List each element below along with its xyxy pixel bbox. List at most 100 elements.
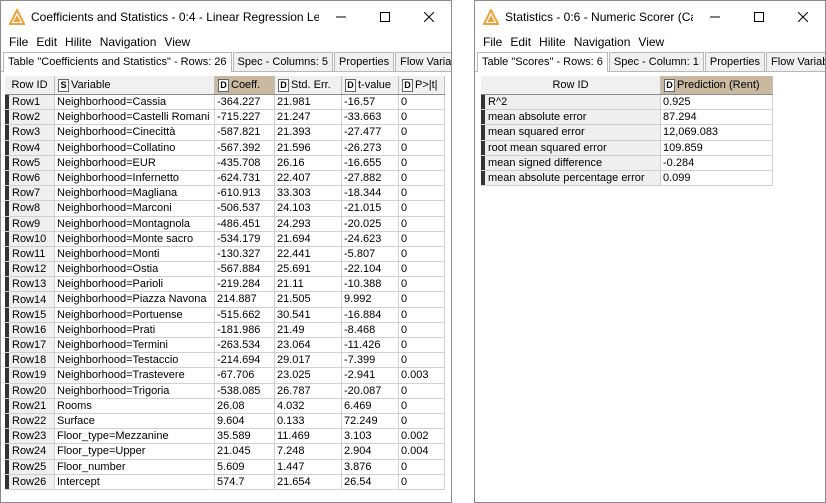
table-cell[interactable]: -67.706 [215, 368, 275, 384]
header-row-id[interactable]: Row ID [5, 76, 55, 94]
table-cell[interactable]: Neighborhood=Infernetto [55, 170, 215, 187]
table-cell[interactable]: 21.11 [275, 277, 342, 293]
table-cell[interactable]: Neighborhood=Portuense [55, 307, 215, 323]
row-id-cell[interactable]: Row9 [5, 216, 55, 232]
menu-view[interactable]: View [160, 35, 194, 49]
table-cell[interactable]: 0 [399, 170, 445, 187]
table-row[interactable]: Row10 Neighborhood=Monte sacro -534.179 21.… [5, 231, 445, 247]
menu-hilite[interactable]: Hilite [535, 35, 570, 49]
table-cell[interactable]: 2.904 [342, 444, 399, 460]
table-cell[interactable]: 0 [399, 353, 445, 369]
table-row[interactable]: Row17 Neighborhood=Termini -263.534 23.064-… [5, 338, 445, 354]
table-cell[interactable]: 214.887 [215, 292, 275, 308]
menu-navigation[interactable]: Navigation [570, 35, 635, 49]
tab-table[interactable]: Table "Scores" - Rows: 6 [477, 52, 608, 72]
row-id-cell[interactable]: Row5 [5, 155, 55, 171]
table-cell[interactable]: 0 [399, 383, 445, 399]
table-cell[interactable]: 5.609 [215, 459, 275, 475]
table-row[interactable]: mean squared error 12,069.083 [481, 125, 773, 141]
table-cell[interactable]: -20.087 [342, 383, 399, 399]
table-cell[interactable]: 22.407 [275, 170, 342, 187]
table-cell[interactable]: 3.103 [342, 429, 399, 445]
header-prediction-rent[interactable]: D Prediction (Rent) [661, 76, 773, 94]
table-cell[interactable]: -33.663 [342, 110, 399, 126]
table-cell[interactable]: 25.691 [275, 262, 342, 278]
header-row-id[interactable]: Row ID [481, 76, 661, 94]
row-id-cell[interactable]: R^2 [481, 95, 661, 111]
table-cell[interactable]: 0.133 [275, 413, 342, 430]
table-cell[interactable]: 0.004 [399, 444, 445, 460]
table-row[interactable]: mean absolute percentage error 0.099 [481, 170, 773, 187]
table-cell[interactable]: -219.284 [215, 277, 275, 293]
table-cell[interactable]: -8.468 [342, 322, 399, 338]
table-cell[interactable]: 109.859 [661, 140, 773, 156]
table-cell[interactable]: 0 [399, 398, 445, 414]
table-cell[interactable]: -130.327 [215, 246, 275, 263]
table-row[interactable]: Row26 Intercept 574.7 21.654 26.54 0 [5, 474, 445, 490]
table-cell[interactable]: 22.441 [275, 246, 342, 263]
table-cell[interactable]: -715.227 [215, 110, 275, 126]
row-id-cell[interactable]: mean absolute error [481, 110, 661, 126]
menu-edit[interactable]: Edit [32, 35, 61, 49]
table-cell[interactable]: 0.099 [661, 170, 773, 187]
table-cell[interactable]: 4.032 [275, 398, 342, 414]
table-cell[interactable]: 0 [399, 125, 445, 141]
table-cell[interactable]: -587.821 [215, 125, 275, 141]
table-cell[interactable]: -10.388 [342, 277, 399, 293]
row-id-cell[interactable]: Row13 [5, 277, 55, 293]
table-cell[interactable]: 21.045 [215, 444, 275, 460]
table-cell[interactable]: Neighborhood=Parioli [55, 277, 215, 293]
table-cell[interactable]: 1.447 [275, 459, 342, 475]
tab-properties[interactable]: Properties [704, 52, 766, 71]
row-id-cell[interactable]: Row20 [5, 383, 55, 399]
table-cell[interactable]: -18.344 [342, 186, 399, 202]
table-row[interactable]: mean signed difference -0.284 [481, 155, 773, 171]
table-row[interactable]: Row2 Neighborhood=Castelli Romani -715.227… [5, 110, 445, 126]
table-cell[interactable]: 0 [399, 140, 445, 156]
table-cell[interactable]: -538.085 [215, 383, 275, 399]
table-cell[interactable]: -5.807 [342, 246, 399, 263]
table-cell[interactable]: 29.017 [275, 353, 342, 369]
table-cell[interactable]: 21.393 [275, 125, 342, 141]
tab-table[interactable]: Table "Coefficients and Statistics" - Ro… [3, 52, 232, 72]
table-cell[interactable]: 0 [399, 474, 445, 490]
row-id-cell[interactable]: Row21 [5, 398, 55, 414]
table-cell[interactable]: -22.104 [342, 262, 399, 278]
row-id-cell[interactable]: Row22 [5, 413, 55, 430]
table-cell[interactable]: 0 [399, 262, 445, 278]
table-cell[interactable]: -7.399 [342, 353, 399, 369]
table-cell[interactable]: 26.787 [275, 383, 342, 399]
table-cell[interactable]: Surface [55, 413, 215, 430]
table-cell[interactable]: 0.002 [399, 429, 445, 445]
table-cell[interactable]: 33.303 [275, 186, 342, 202]
table-cell[interactable]: 87.294 [661, 110, 773, 126]
table-cell[interactable]: -16.57 [342, 95, 399, 111]
row-id-cell[interactable]: mean squared error [481, 125, 661, 141]
table-row[interactable]: Row12 Neighborhood=Ostia -567.884 25.691 -22… [5, 262, 445, 278]
menu-navigation[interactable]: Navigation [96, 35, 161, 49]
table-row[interactable]: Row24 Floor_type=Upper 21.045 7.248 2.904 0.0… [5, 444, 445, 460]
table-cell[interactable]: 24.293 [275, 216, 342, 232]
table-row[interactable]: Row1 Neighborhood=Cassia -364.227 21.981 -16… [5, 95, 445, 111]
tab-flow-variables[interactable]: Flow Variables [395, 52, 451, 71]
table-row[interactable]: Row16 Neighborhood=Prati -181.986 21.49 -8.4… [5, 322, 445, 338]
table-cell[interactable]: 0 [399, 201, 445, 217]
table-cell[interactable]: 0 [399, 413, 445, 430]
table-cell[interactable]: Neighborhood=Cassia [55, 95, 215, 111]
row-id-cell[interactable]: Row3 [5, 125, 55, 141]
table-cell[interactable]: -610.913 [215, 186, 275, 202]
close-button[interactable] [407, 1, 451, 32]
row-id-cell[interactable]: Row19 [5, 368, 55, 384]
table-row[interactable]: Row8 Neighborhood=Marconi -506.537 24.103 -2… [5, 201, 445, 217]
row-id-cell[interactable]: Row16 [5, 322, 55, 338]
table-cell[interactable]: -20.025 [342, 216, 399, 232]
table-cell[interactable]: 0 [399, 186, 445, 202]
table-cell[interactable]: 0 [399, 246, 445, 263]
table-cell[interactable]: 12,069.083 [661, 125, 773, 141]
tab-spec[interactable]: Spec - Columns: 5 [232, 52, 334, 71]
table-cell[interactable]: -624.731 [215, 170, 275, 187]
row-id-cell[interactable]: Row23 [5, 429, 55, 445]
table-cell[interactable]: -2.941 [342, 368, 399, 384]
table-cell[interactable]: -263.534 [215, 338, 275, 354]
table-cell[interactable]: Floor_type=Upper [55, 444, 215, 460]
